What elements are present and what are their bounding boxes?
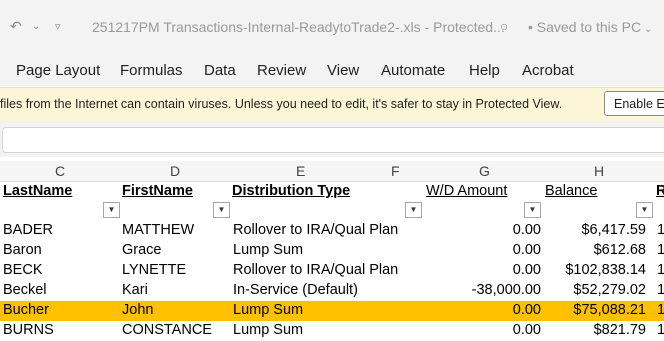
cell-lastname[interactable]: Beckel [3,282,47,298]
cell-next[interactable]: 1 [657,242,664,258]
table-row[interactable]: BADER MATTHEW Rollover to IRA/Qual Plan … [0,221,664,241]
cell-next[interactable]: 1 [657,222,664,238]
cell-distribution-type[interactable]: In-Service (Default) [233,282,358,298]
cell-balance[interactable]: $6,417.59 [581,222,646,238]
filter-dropdown-icon[interactable]: ▼ [524,202,541,218]
column-header-f[interactable]: F [391,163,400,179]
cell-lastname[interactable]: Bucher [3,302,49,318]
cell-balance[interactable]: $102,838.14 [565,262,646,278]
separator: - [424,19,434,35]
cloud-save-icon: ○ [500,18,509,34]
protected-view-bar: files from the Internet can contain viru… [0,87,664,122]
cell-wd-amount[interactable]: 0.00 [513,262,541,278]
cell-wd-amount[interactable]: -38,000.00 [472,282,541,298]
view-mode: Protected... [433,19,505,35]
column-header-g[interactable]: G [479,163,490,179]
tab-formulas[interactable]: Formulas [120,62,183,79]
table-row[interactable]: Baron Grace Lump Sum 0.00 $612.68 1 [0,241,664,261]
cell-wd-amount[interactable]: 0.00 [513,242,541,258]
tab-automate[interactable]: Automate [381,62,445,79]
column-header-d[interactable]: D [170,163,180,179]
cell-next[interactable]: 1 [657,282,664,298]
cell-firstname[interactable]: MATTHEW [122,222,194,238]
tab-acrobat[interactable]: Acrobat [522,62,574,79]
filter-dropdown-icon[interactable]: ▼ [213,202,230,218]
column-header-c[interactable]: C [55,163,65,179]
column-header-e[interactable]: E [296,163,305,179]
tab-review[interactable]: Review [257,62,306,79]
cell-balance[interactable]: $75,088.21 [573,302,646,318]
cell-lastname[interactable]: BADER [3,222,53,238]
cell-firstname[interactable]: LYNETTE [122,262,186,278]
table-row[interactable]: BECK LYNETTE Rollover to IRA/Qual Plan 0… [0,261,664,281]
bullet: • [528,19,537,35]
undo-icon[interactable]: ↶ [10,18,22,35]
cell-balance[interactable]: $612.68 [594,242,646,258]
cell-firstname[interactable]: Grace [122,242,162,258]
cell-wd-amount[interactable]: 0.00 [513,222,541,238]
cell-distribution-type[interactable]: Rollover to IRA/Qual Plan [233,222,398,238]
cell-firstname[interactable]: Kari [122,282,148,298]
chevron-down-icon: ⌄ [641,24,653,35]
protected-view-message: files from the Internet can contain viru… [0,97,563,111]
column-header-h[interactable]: H [594,163,604,179]
cell-next[interactable]: 1 [657,262,664,278]
filter-dropdown-icon[interactable]: ▼ [405,202,422,218]
file-name: 251217PM Transactions-Internal-ReadytoTr… [92,19,421,35]
dropdown-arrow-icon[interactable]: ⌄ [32,21,40,32]
table-row-selected[interactable]: Bucher John Lump Sum 0.00 $75,088.21 1 [0,301,664,321]
formula-bar [0,121,664,157]
header-wd-amount[interactable]: W/D Amount [426,183,507,199]
cell-firstname[interactable]: John [122,302,153,318]
window-title: 251217PM Transactions-Internal-ReadytoTr… [92,19,505,35]
cell-next[interactable]: 1 [657,302,664,318]
table-row[interactable]: Beckel Kari In-Service (Default) -38,000… [0,281,664,301]
header-next-column[interactable]: R [656,183,664,199]
column-headers: C D E F G H [0,161,664,182]
header-balance[interactable]: Balance [545,183,597,199]
cell-lastname[interactable]: BECK [3,262,43,278]
tab-data[interactable]: Data [204,62,236,79]
filter-active-icon[interactable]: ▼ [103,202,120,218]
tab-view[interactable]: View [327,62,359,79]
title-bar: ↶ ⌄ ▿ 251217PM Transactions-Internal-Rea… [0,0,664,56]
cell-distribution-type[interactable]: Rollover to IRA/Qual Plan [233,262,398,278]
tab-page-layout[interactable]: Page Layout [16,62,100,79]
tab-help[interactable]: Help [469,62,500,79]
cell-lastname[interactable]: Baron [3,242,42,258]
table-row[interactable]: BURNS CONSTANCE Lump Sum 0.00 $821.79 1 [0,321,664,341]
header-firstname[interactable]: FirstName [122,183,193,199]
filter-dropdown-icon[interactable]: ▼ [636,202,653,218]
header-distribution-type[interactable]: Distribution Type [232,183,350,199]
save-status[interactable]: • Saved to this PC ⌄ [528,19,652,35]
cell-distribution-type[interactable]: Lump Sum [233,242,303,258]
save-status-text: Saved to this PC [536,19,642,35]
cell-distribution-type[interactable]: Lump Sum [233,302,303,318]
enable-editing-button[interactable]: Enable Editing [604,91,664,116]
ribbon-tabs: Page Layout Formulas Data Review View Au… [0,56,664,86]
header-lastname[interactable]: LastName [3,183,72,199]
cell-balance[interactable]: $52,279.02 [573,282,646,298]
formula-input[interactable] [2,127,664,153]
customize-qat-icon[interactable]: ▿ [55,20,61,33]
worksheet-grid: LastName FirstName Distribution Type W/D… [0,182,664,338]
cell-wd-amount[interactable]: 0.00 [513,302,541,318]
